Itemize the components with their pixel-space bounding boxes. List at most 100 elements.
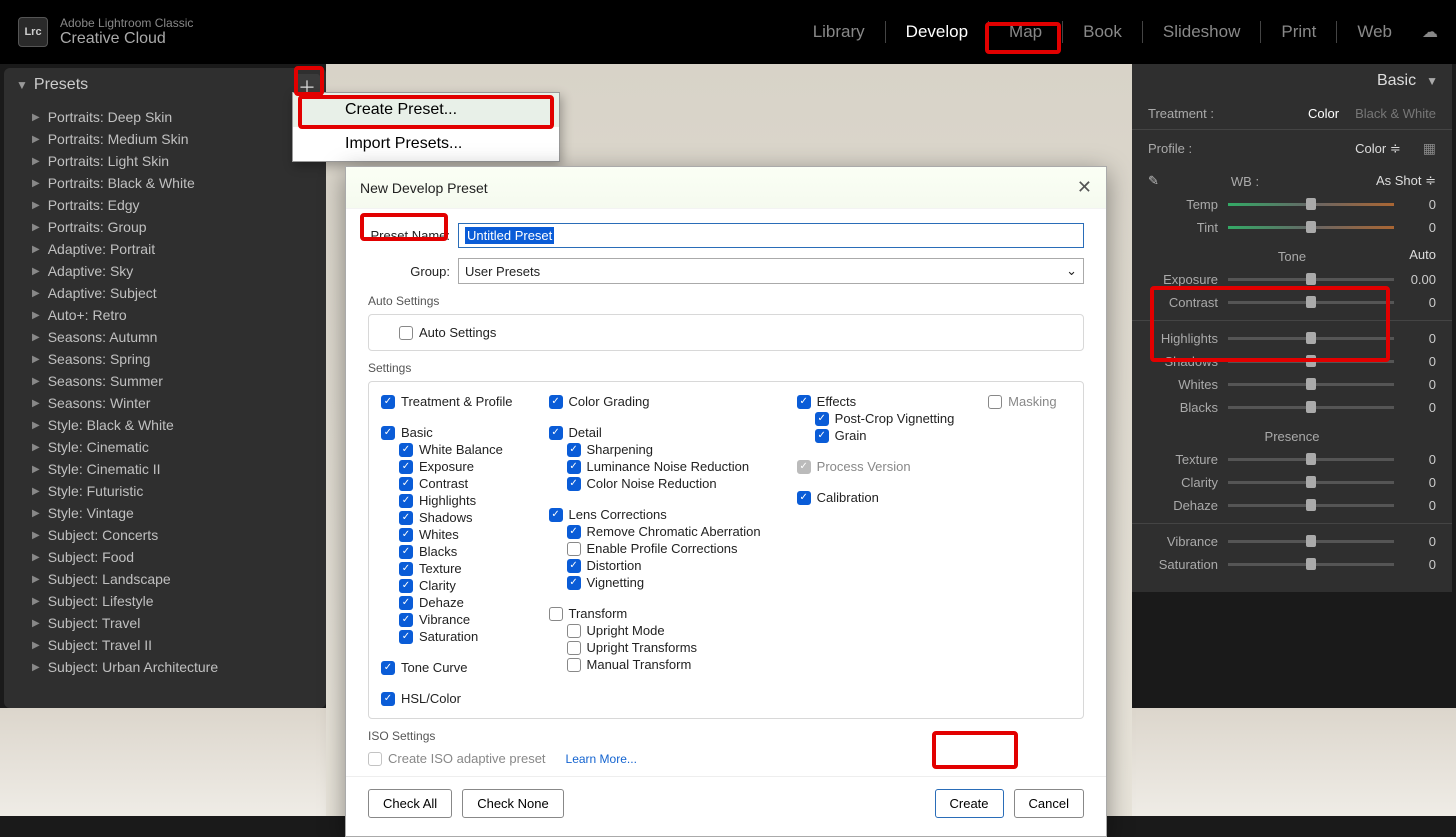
vibrance-slider[interactable] — [1228, 540, 1394, 543]
preset-item[interactable]: ▶Portraits: Deep Skin — [4, 106, 326, 128]
preset-item[interactable]: ▶Portraits: Light Skin — [4, 150, 326, 172]
preset-item[interactable]: ▶Style: Cinematic II — [4, 458, 326, 480]
preset-name-input[interactable]: Untitled Preset — [458, 223, 1084, 248]
cloud-sync-icon[interactable]: ☁ — [1422, 22, 1438, 42]
menu-create-preset[interactable]: Create Preset... — [293, 93, 559, 127]
check-none-button[interactable]: Check None — [462, 789, 564, 818]
learn-more-link[interactable]: Learn More... — [566, 752, 637, 766]
preset-item[interactable]: ▶Subject: Urban Architecture — [4, 656, 326, 678]
chk-tone-curve[interactable]: ✓ — [381, 661, 395, 675]
contrast-value[interactable]: 0 — [1404, 295, 1436, 310]
auto-settings-checkbox[interactable] — [399, 326, 413, 340]
preset-item[interactable]: ▶Style: Cinematic — [4, 436, 326, 458]
chk-upright-transforms[interactable] — [567, 641, 581, 655]
chk-vibrance[interactable]: ✓ — [399, 613, 413, 627]
texture-value[interactable]: 0 — [1404, 452, 1436, 467]
chk-detail[interactable]: ✓ — [549, 426, 563, 440]
treatment-bw[interactable]: Black & White — [1355, 106, 1436, 121]
temp-value[interactable]: 0 — [1404, 197, 1436, 212]
preset-item[interactable]: ▶Seasons: Autumn — [4, 326, 326, 348]
preset-item[interactable]: ▶Seasons: Spring — [4, 348, 326, 370]
clarity-value[interactable]: 0 — [1404, 475, 1436, 490]
menu-import-presets[interactable]: Import Presets... — [293, 127, 559, 161]
module-map[interactable]: Map — [1007, 18, 1044, 46]
create-button[interactable]: Create — [935, 789, 1004, 818]
chk-lens[interactable]: ✓ — [549, 508, 563, 522]
preset-item[interactable]: ▶Subject: Food — [4, 546, 326, 568]
chk-masking[interactable] — [988, 395, 1002, 409]
chk-clarity[interactable]: ✓ — [399, 579, 413, 593]
whites-slider[interactable] — [1228, 383, 1394, 386]
module-library[interactable]: Library — [811, 18, 867, 46]
group-select[interactable]: User Presets⌄ — [458, 258, 1084, 284]
chk-treatment[interactable]: ✓ — [381, 395, 395, 409]
chk-dehaze[interactable]: ✓ — [399, 596, 413, 610]
blacks-slider[interactable] — [1228, 406, 1394, 409]
chk-grain[interactable]: ✓ — [815, 429, 829, 443]
chk-white-balance[interactable]: ✓ — [399, 443, 413, 457]
chk-calibration[interactable]: ✓ — [797, 491, 811, 505]
chk-highlights[interactable]: ✓ — [399, 494, 413, 508]
chk-post-crop-vignetting[interactable]: ✓ — [815, 412, 829, 426]
preset-item[interactable]: ▶Portraits: Medium Skin — [4, 128, 326, 150]
module-book[interactable]: Book — [1081, 18, 1124, 46]
auto-tone-button[interactable]: Auto — [1409, 247, 1436, 262]
chk-exposure[interactable]: ✓ — [399, 460, 413, 474]
chk-vignetting[interactable]: ✓ — [567, 576, 581, 590]
chk-sharpening[interactable]: ✓ — [567, 443, 581, 457]
blacks-value[interactable]: 0 — [1404, 400, 1436, 415]
preset-item[interactable]: ▶Portraits: Group — [4, 216, 326, 238]
saturation-value[interactable]: 0 — [1404, 557, 1436, 572]
exposure-slider[interactable] — [1228, 278, 1394, 281]
chk-hsl[interactable]: ✓ — [381, 692, 395, 706]
preset-item[interactable]: ▶Subject: Travel II — [4, 634, 326, 656]
preset-item[interactable]: ▶Seasons: Summer — [4, 370, 326, 392]
preset-item[interactable]: ▶Portraits: Black & White — [4, 172, 326, 194]
treatment-color[interactable]: Color — [1308, 106, 1339, 121]
preset-item[interactable]: ▶Portraits: Edgy — [4, 194, 326, 216]
chk-effects[interactable]: ✓ — [797, 395, 811, 409]
preset-item[interactable]: ▶Style: Vintage — [4, 502, 326, 524]
profile-select[interactable]: Color ≑ — [1355, 141, 1401, 157]
chk-enable-profile-corrections[interactable] — [567, 542, 581, 556]
shadows-value[interactable]: 0 — [1404, 354, 1436, 369]
chk-manual-transform[interactable] — [567, 658, 581, 672]
chk-basic[interactable]: ✓ — [381, 426, 395, 440]
highlights-slider[interactable] — [1228, 337, 1394, 340]
preset-item[interactable]: ▶Subject: Concerts — [4, 524, 326, 546]
presets-header[interactable]: ▼ Presets ＋ — [4, 68, 326, 102]
clarity-slider[interactable] — [1228, 481, 1394, 484]
chk-upright-mode[interactable] — [567, 624, 581, 638]
module-slideshow[interactable]: Slideshow — [1161, 18, 1243, 46]
temp-slider[interactable] — [1228, 203, 1394, 206]
exposure-value[interactable]: 0.00 — [1404, 272, 1436, 287]
module-print[interactable]: Print — [1279, 18, 1318, 46]
highlights-value[interactable]: 0 — [1404, 331, 1436, 346]
saturation-slider[interactable] — [1228, 563, 1394, 566]
close-icon[interactable]: ✕ — [1077, 177, 1092, 198]
preset-item[interactable]: ▶Adaptive: Portrait — [4, 238, 326, 260]
wb-select[interactable]: As Shot ≑ — [1376, 173, 1436, 189]
module-web[interactable]: Web — [1355, 18, 1394, 46]
basic-panel-header[interactable]: Basic▼ — [1132, 64, 1452, 98]
preset-item[interactable]: ▶Subject: Travel — [4, 612, 326, 634]
preset-item[interactable]: ▶Seasons: Winter — [4, 392, 326, 414]
preset-item[interactable]: ▶Subject: Lifestyle — [4, 590, 326, 612]
preset-item[interactable]: ▶Adaptive: Subject — [4, 282, 326, 304]
vibrance-value[interactable]: 0 — [1404, 534, 1436, 549]
dehaze-slider[interactable] — [1228, 504, 1394, 507]
tint-slider[interactable] — [1228, 226, 1394, 229]
contrast-slider[interactable] — [1228, 301, 1394, 304]
module-develop[interactable]: Develop — [904, 18, 970, 46]
chk-iso[interactable] — [368, 752, 382, 766]
whites-value[interactable]: 0 — [1404, 377, 1436, 392]
shadows-slider[interactable] — [1228, 360, 1394, 363]
chk-color-noise-reduction[interactable]: ✓ — [567, 477, 581, 491]
chk-remove-chromatic-aberration[interactable]: ✓ — [567, 525, 581, 539]
chk-distortion[interactable]: ✓ — [567, 559, 581, 573]
preset-item[interactable]: ▶Subject: Landscape — [4, 568, 326, 590]
tint-value[interactable]: 0 — [1404, 220, 1436, 235]
chk-blacks[interactable]: ✓ — [399, 545, 413, 559]
chk-whites[interactable]: ✓ — [399, 528, 413, 542]
chk-transform[interactable] — [549, 607, 563, 621]
